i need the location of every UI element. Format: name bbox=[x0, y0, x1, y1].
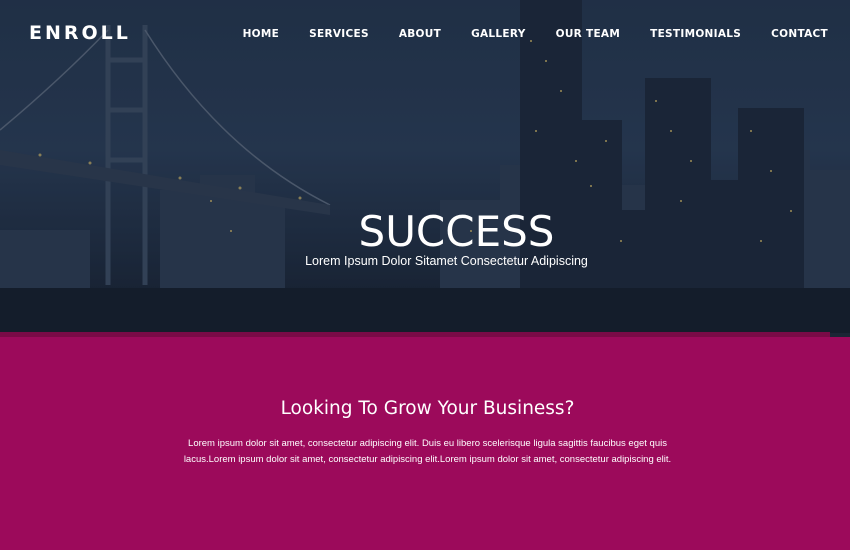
hero-banner: ENROLL HOME SERVICES ABOUT GALLERY OUR T… bbox=[0, 0, 850, 333]
site-logo[interactable]: ENROLL bbox=[29, 22, 131, 44]
nav-link-about[interactable]: ABOUT bbox=[399, 28, 441, 40]
promo-section: Looking To Grow Your Business? Lorem ips… bbox=[0, 337, 850, 550]
hero-title: SUCCESS bbox=[358, 207, 555, 256]
nav-link-gallery[interactable]: GALLERY bbox=[471, 28, 526, 40]
promo-body-text: Lorem ipsum dolor sit amet, consectetur … bbox=[183, 438, 672, 465]
hero-overlay bbox=[0, 0, 850, 333]
nav-link-our-team[interactable]: OUR TEAM bbox=[556, 28, 621, 40]
nav-link-testimonials[interactable]: TESTIMONIALS bbox=[650, 28, 741, 40]
nav-link-services[interactable]: SERVICES bbox=[309, 28, 369, 40]
main-navigation: HOME SERVICES ABOUT GALLERY OUR TEAM TES… bbox=[213, 28, 828, 40]
promo-heading: Looking To Grow Your Business? bbox=[280, 398, 575, 419]
nav-link-contact[interactable]: CONTACT bbox=[771, 28, 828, 40]
nav-link-home[interactable]: HOME bbox=[243, 28, 280, 40]
hero-subtitle: Lorem Ipsum Dolor Sitamet Consectetur Ad… bbox=[305, 254, 588, 268]
